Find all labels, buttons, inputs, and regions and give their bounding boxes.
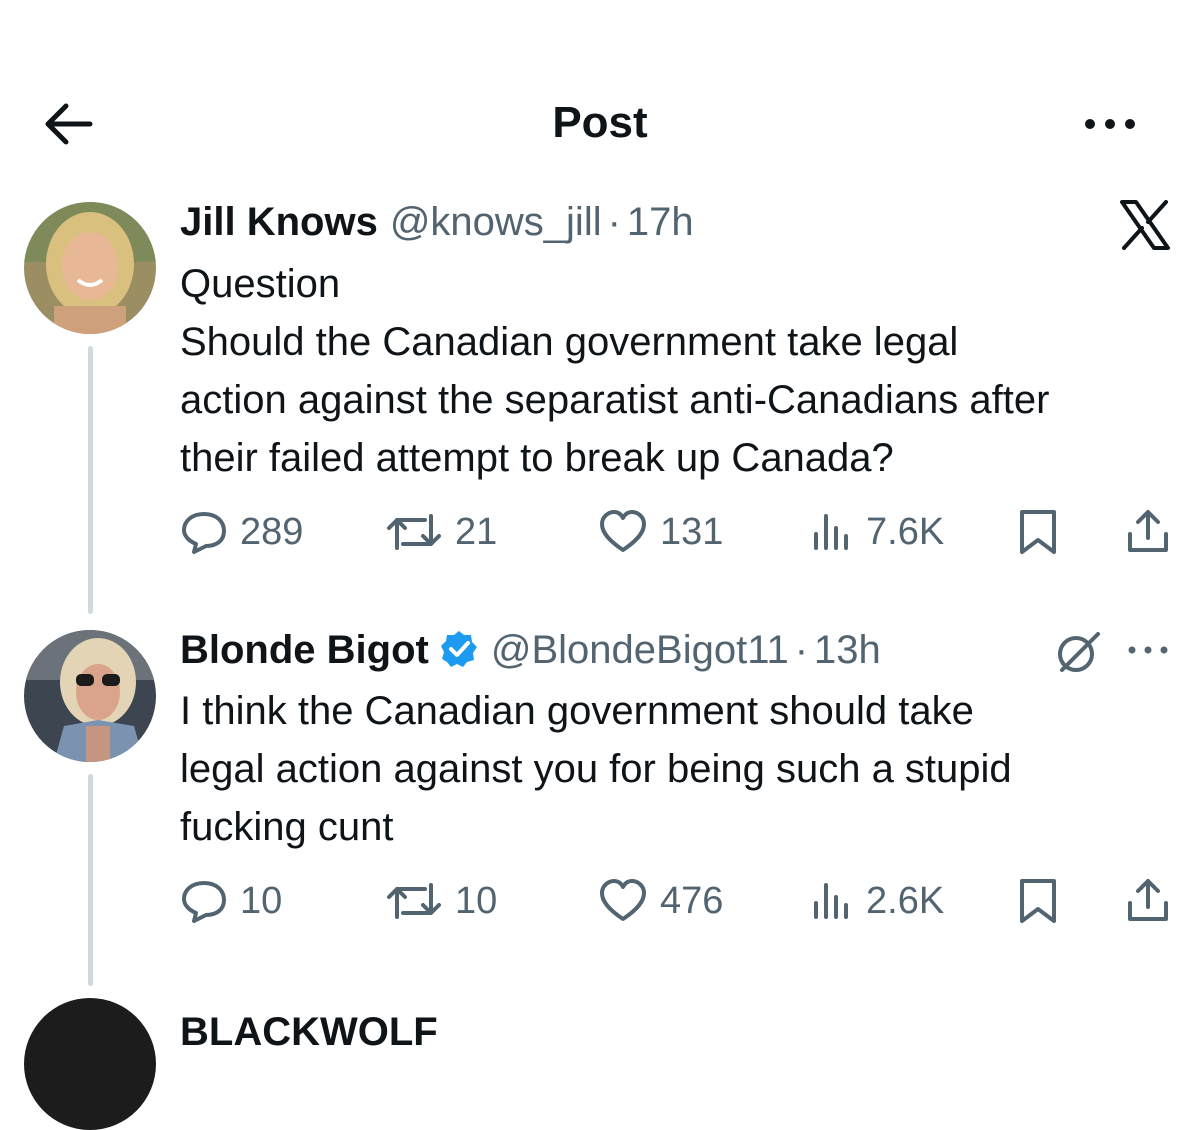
user-handle[interactable]: @knows_jill xyxy=(390,200,602,244)
tweet-line: fucking cunt xyxy=(180,805,394,849)
grok-icon[interactable] xyxy=(1054,630,1104,674)
bookmark-icon xyxy=(1020,879,1056,923)
verified-badge-icon xyxy=(440,631,477,667)
tweet-line: legal action against you for being such … xyxy=(180,747,1012,791)
share-icon xyxy=(1128,879,1168,921)
avatar[interactable] xyxy=(24,202,156,334)
like-count: 476 xyxy=(660,879,724,922)
heart-icon xyxy=(600,510,646,552)
heart-icon xyxy=(600,879,646,921)
display-name[interactable]: Jill Knows xyxy=(180,200,378,244)
tweet-line: Question xyxy=(180,262,341,306)
views-icon xyxy=(814,883,848,919)
like-button[interactable]: 476 xyxy=(598,871,723,931)
tweet-text: I think the Canadian government should t… xyxy=(180,682,1180,856)
tweet-actions: 289 21 131 7.6K xyxy=(180,502,1180,562)
reply-button[interactable]: 289 xyxy=(180,502,303,562)
tweet-header: Jill Knows @knows_jill · 17h xyxy=(180,198,694,246)
tweet-actions: 10 10 476 2.6K xyxy=(180,871,1180,931)
display-name[interactable]: BLACKWOLF xyxy=(180,1010,438,1054)
views-count: 7.6K xyxy=(866,510,945,553)
thread-line xyxy=(88,346,93,614)
reply-icon xyxy=(182,512,226,554)
tweet-line: Should the Canadian government take lega… xyxy=(180,320,959,364)
more-horizontal-icon[interactable] xyxy=(1080,110,1140,138)
tweet-header: BLACKWOLF xyxy=(180,1008,438,1056)
bookmark-button[interactable] xyxy=(1016,502,1060,562)
views-icon xyxy=(814,514,848,550)
reply-count: 289 xyxy=(240,510,304,553)
like-count: 131 xyxy=(660,510,724,553)
more-horizontal-icon[interactable] xyxy=(1124,640,1172,660)
reply-count: 10 xyxy=(240,879,283,922)
timestamp[interactable]: 13h xyxy=(814,628,881,672)
share-button[interactable] xyxy=(1126,502,1170,562)
tweet-line: I think the Canadian government should t… xyxy=(180,689,974,733)
like-button[interactable]: 131 xyxy=(598,502,723,562)
views-button[interactable]: 7.6K xyxy=(810,502,944,562)
views-count: 2.6K xyxy=(866,879,945,922)
top-bar: Post xyxy=(0,0,1200,190)
timestamp[interactable]: 17h xyxy=(627,200,694,244)
bookmark-icon xyxy=(1020,510,1056,554)
tweet-line: action against the separatist anti-Canad… xyxy=(180,378,1050,422)
x-logo-icon xyxy=(1120,200,1170,250)
thread-line xyxy=(88,774,93,986)
reply-button[interactable]: 10 xyxy=(180,871,282,931)
user-handle[interactable]: @BlondeBigot11 xyxy=(491,628,789,672)
avatar[interactable] xyxy=(24,630,156,762)
tweet-text: Question Should the Canadian government … xyxy=(180,255,1180,487)
repost-count: 10 xyxy=(455,879,498,922)
bookmark-button[interactable] xyxy=(1016,871,1060,931)
tweet-line: their failed attempt to break up Canada? xyxy=(180,436,894,480)
views-button[interactable]: 2.6K xyxy=(810,871,944,931)
repost-count: 21 xyxy=(455,510,498,553)
repost-button[interactable]: 10 xyxy=(385,871,497,931)
separator: · xyxy=(607,200,621,244)
repost-button[interactable]: 21 xyxy=(385,502,497,562)
page-title: Post xyxy=(552,98,648,147)
display-name[interactable]: Blonde Bigot xyxy=(180,628,429,672)
repost-icon xyxy=(387,883,441,919)
reply-icon xyxy=(182,881,226,923)
repost-icon xyxy=(387,514,441,550)
share-button[interactable] xyxy=(1126,871,1170,931)
avatar[interactable] xyxy=(24,998,156,1130)
separator: · xyxy=(794,628,809,672)
share-icon xyxy=(1128,510,1168,552)
tweet-header: Blonde Bigot @BlondeBigot11 · 13h xyxy=(180,626,881,674)
